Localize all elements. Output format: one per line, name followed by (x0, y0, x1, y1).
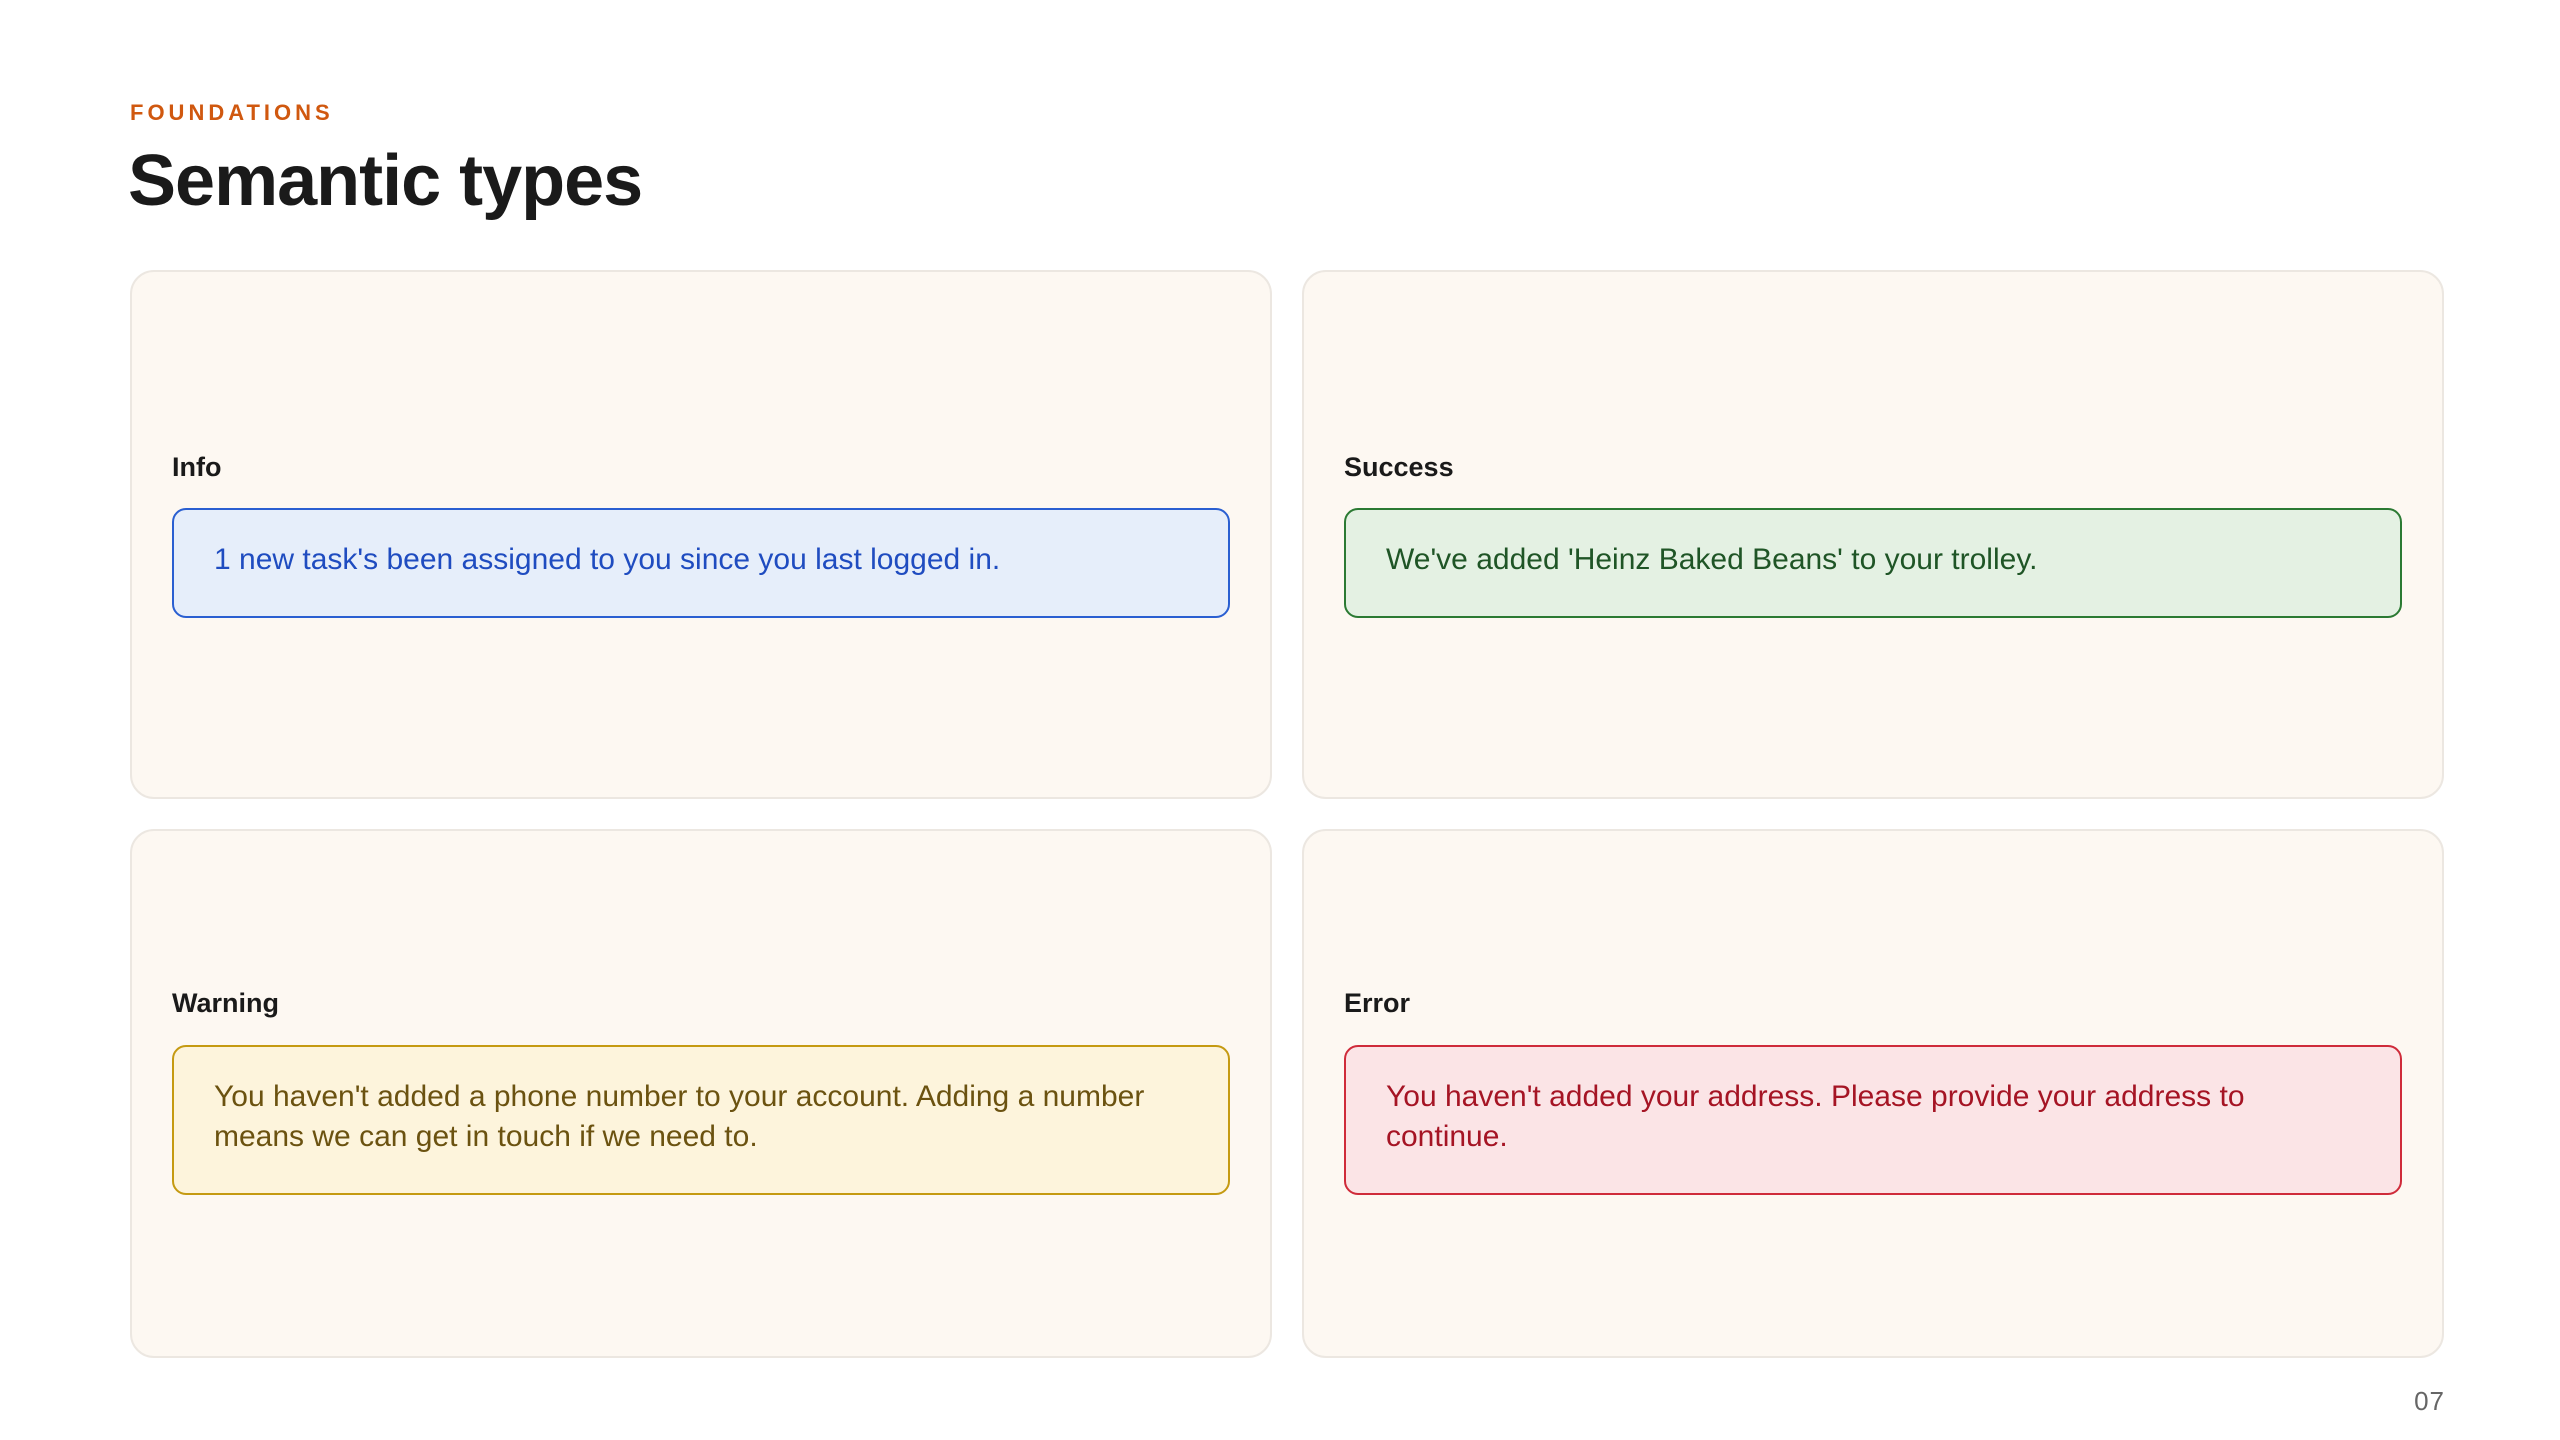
warning-card-label: Warning (172, 988, 279, 1018)
info-card-label: Info (172, 452, 222, 482)
success-card: Success We've added 'Heinz Baked Beans' … (1302, 270, 2444, 799)
error-card-label: Error (1344, 988, 1411, 1018)
semantic-types-grid: Info 1 new task's been assigned to you s… (130, 270, 2444, 1358)
warning-alert: You haven't added a phone number to your… (172, 1045, 1230, 1195)
success-card-label: Success (1344, 452, 1454, 482)
eyebrow-label: FOUNDATIONS (130, 100, 334, 125)
info-alert: 1 new task's been assigned to you since … (172, 508, 1230, 618)
error-card: Error You haven't added your address. Pl… (1302, 829, 2444, 1358)
error-alert: You haven't added your address. Please p… (1344, 1045, 2402, 1195)
page-number: 07 (2414, 1386, 2445, 1416)
page-title: Semantic types (128, 141, 643, 221)
warning-card: Warning You haven't added a phone number… (130, 829, 1272, 1358)
info-card: Info 1 new task's been assigned to you s… (130, 270, 1272, 799)
success-alert: We've added 'Heinz Baked Beans' to your … (1344, 508, 2402, 618)
